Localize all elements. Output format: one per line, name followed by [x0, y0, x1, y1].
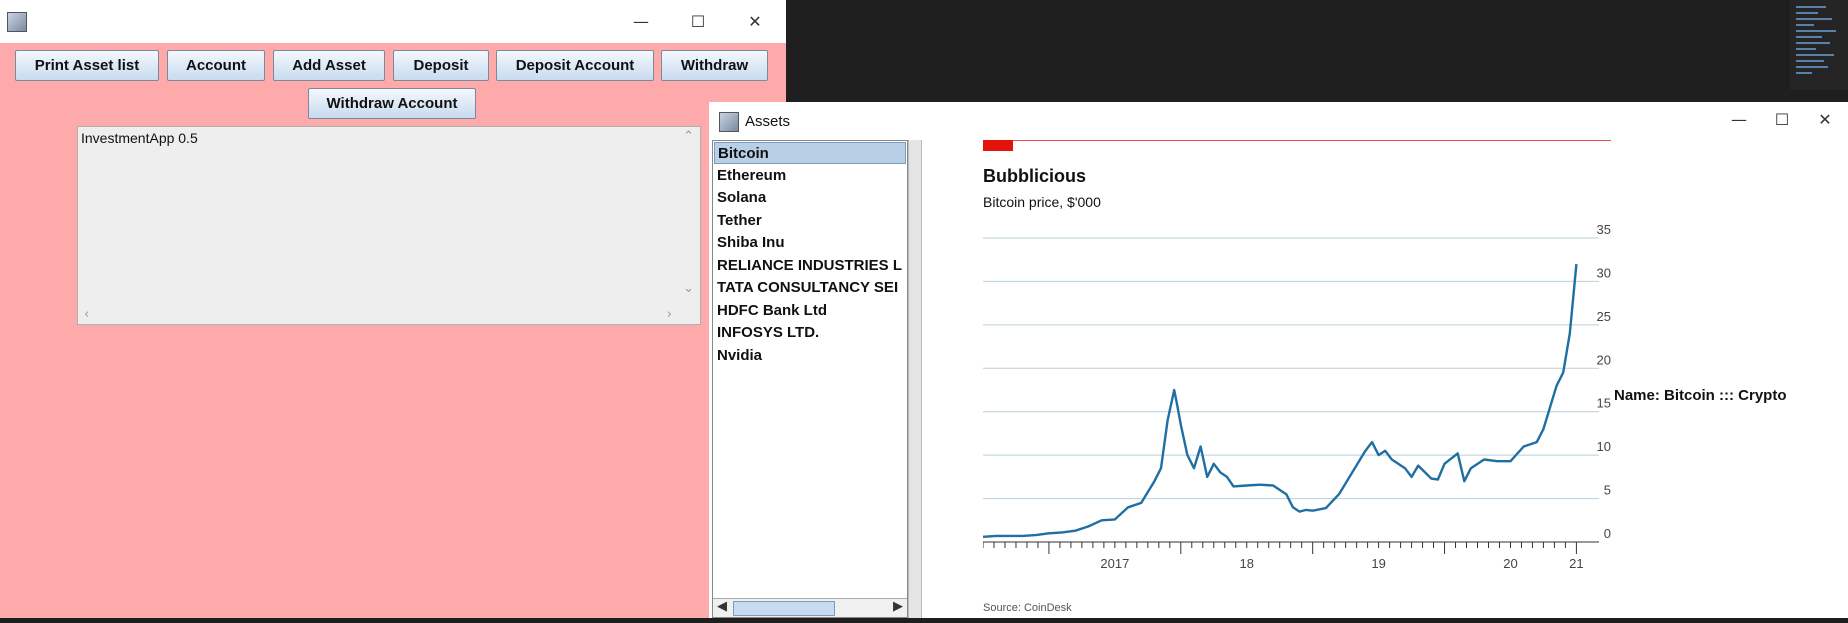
chart-title: Bubblicious [983, 166, 1086, 186]
series-line-bitcoin [982, 263, 1578, 538]
scroll-left-icon[interactable]: ‹ [84, 307, 89, 322]
asset-detail-label: Name: Bitcoin ::: Crypto [1614, 387, 1787, 404]
output-text-area[interactable]: InvestmentApp 0.5 ⌃ ⌄ ‹ › [77, 126, 701, 325]
y-tick-label: 20 [1597, 352, 1611, 367]
main-title-bar: — ☐ ✕ [0, 0, 786, 43]
y-tick-label: 25 [1597, 309, 1611, 324]
assets-window-title: Assets [745, 113, 791, 130]
scroll-right-icon[interactable]: ▶ [893, 599, 903, 614]
y-tick-label: 15 [1597, 396, 1611, 411]
asset-list-item[interactable]: Ethereum [714, 165, 906, 187]
asset-chart-image: Bubblicious Bitcoin price, $'000 Source:… [982, 139, 1611, 618]
x-tick-label: 21 [1569, 556, 1583, 571]
bitcoin-price-chart: Bubblicious Bitcoin price, $'000 Source:… [982, 139, 1611, 614]
close-button[interactable]: ✕ [732, 0, 778, 43]
asset-list-item[interactable]: Shiba Inu [714, 232, 906, 254]
minimize-button[interactable]: — [1716, 102, 1762, 138]
account-button[interactable]: Account [167, 50, 265, 81]
minimize-button[interactable]: — [618, 0, 664, 43]
y-tick-label: 5 [1604, 483, 1611, 498]
scrollbar-thumb[interactable] [733, 601, 835, 616]
asset-list-item[interactable]: Solana [714, 187, 906, 209]
x-tick-label: 20 [1503, 556, 1517, 571]
java-app-icon [719, 112, 739, 132]
close-button[interactable]: ✕ [1802, 102, 1848, 138]
y-tick-label: 10 [1597, 439, 1611, 454]
asset-list[interactable]: Bitcoin Ethereum Solana Tether Shiba Inu RELI… [712, 140, 908, 618]
scroll-up-icon[interactable]: ⌃ [683, 129, 694, 144]
add-asset-button[interactable]: Add Asset [273, 50, 385, 81]
split-pane-divider[interactable] [908, 140, 922, 618]
asset-list-item[interactable]: INFOSYS LTD. [714, 322, 906, 344]
asset-list-item[interactable]: RELIANCE INDUSTRIES L [714, 255, 906, 277]
scroll-left-icon[interactable]: ◀ [717, 599, 727, 614]
deposit-button[interactable]: Deposit [393, 50, 489, 81]
chart-source: Source: CoinDesk [983, 602, 1072, 614]
asset-list-item[interactable]: HDFC Bank Ltd [714, 300, 906, 322]
x-tick-label: 2017 [1100, 556, 1129, 571]
x-tick-label: 19 [1371, 556, 1385, 571]
scroll-right-icon[interactable]: › [667, 307, 672, 322]
output-text: InvestmentApp 0.5 [81, 130, 198, 146]
list-horizontal-scrollbar[interactable]: ◀ ▶ [713, 598, 907, 617]
chart-accent-bar [983, 140, 1013, 151]
asset-list-item[interactable]: Nvidia [714, 345, 906, 367]
chart-subtitle: Bitcoin price, $'000 [983, 194, 1101, 210]
y-tick-label: 30 [1597, 265, 1611, 280]
assets-window: Assets — ☐ ✕ Bitcoin Ethereum Solana Tether… [709, 102, 1848, 618]
y-tick-label: 35 [1597, 222, 1611, 237]
maximize-button[interactable]: ☐ [1759, 102, 1805, 138]
print-asset-list-button[interactable]: Print Asset list [15, 50, 159, 81]
asset-list-item[interactable]: TATA CONSULTANCY SEI [714, 277, 906, 299]
asset-list-item[interactable]: Bitcoin [714, 142, 906, 164]
asset-list-item[interactable]: Tether [714, 210, 906, 232]
background-editor [786, 0, 1848, 102]
withdraw-button[interactable]: Withdraw [661, 50, 768, 81]
scroll-down-icon[interactable]: ⌄ [683, 281, 694, 296]
deposit-account-button[interactable]: Deposit Account [496, 50, 654, 81]
withdraw-account-button[interactable]: Withdraw Account [308, 88, 476, 119]
editor-minimap [1790, 0, 1848, 90]
x-tick-label: 18 [1240, 556, 1254, 571]
maximize-button[interactable]: ☐ [675, 0, 721, 43]
java-app-icon [7, 12, 27, 32]
y-tick-label: 0 [1604, 526, 1611, 541]
main-window: — ☐ ✕ Print Asset list Account Add Asset… [0, 0, 786, 618]
